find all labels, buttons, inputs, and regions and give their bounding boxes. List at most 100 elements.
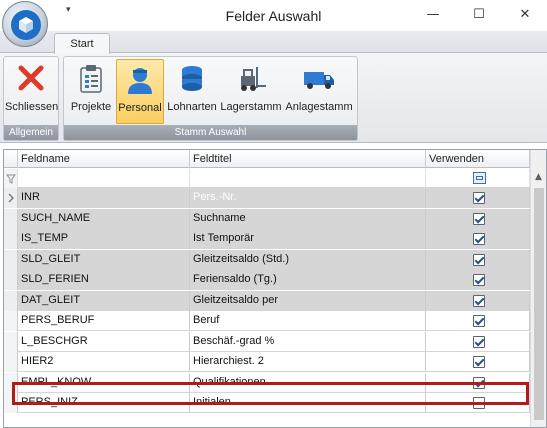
scroll-thumb[interactable] — [534, 188, 544, 420]
cell-verwenden — [426, 372, 530, 393]
verwenden-checkbox[interactable] — [473, 294, 485, 307]
verwenden-checkbox[interactable] — [473, 253, 485, 266]
cell-feldname[interactable]: SLD_FERIEN — [18, 270, 190, 290]
cell-verwenden — [426, 270, 530, 290]
cell-feldtitel[interactable]: Hierarchiest. 2 — [190, 352, 426, 372]
projekte-label: Projekte — [70, 101, 112, 113]
filter-cell-feldname[interactable] — [18, 169, 190, 188]
maximize-button[interactable]: ☐ — [464, 4, 494, 26]
database-icon — [177, 64, 207, 97]
cell-feldname[interactable]: EMPL_KNOW — [18, 372, 190, 393]
table-row[interactable]: IS_TEMP Ist Temporär — [4, 229, 530, 249]
filter-funnel-icon — [6, 174, 16, 184]
table-row[interactable]: INR Pers.-Nr. — [4, 188, 530, 208]
table-row[interactable]: HIER2 Hierarchiest. 2 — [4, 352, 530, 372]
verwenden-checkbox[interactable] — [473, 335, 485, 348]
row-indicator[interactable] — [4, 372, 18, 393]
table-row[interactable]: SUCH_NAME Suchname — [4, 208, 530, 229]
row-indicator[interactable] — [4, 352, 18, 372]
current-row-arrow-icon — [8, 193, 14, 203]
table-row[interactable]: EMPL_KNOW Qualifikationen — [4, 372, 530, 393]
minimize-button[interactable]: — — [418, 4, 448, 26]
verwenden-checkbox[interactable] — [473, 397, 485, 409]
lohnarten-button[interactable]: Lohnarten — [166, 59, 218, 124]
vertical-scrollbar[interactable]: ▲ — [530, 150, 546, 427]
cell-feldtitel[interactable]: Feriensaldo (Tg.) — [190, 270, 426, 290]
row-indicator[interactable] — [4, 208, 18, 229]
title-bar: ▾ Felder Auswahl — ☐ ✕ — [0, 0, 547, 47]
cell-feldtitel[interactable]: Beruf — [190, 311, 426, 331]
row-indicator[interactable] — [4, 188, 18, 208]
personal-button[interactable]: Personal — [116, 59, 164, 124]
column-header-feldtitel[interactable]: Feldtitel — [190, 150, 426, 168]
cell-feldname[interactable]: PERS_BERUF — [18, 311, 190, 331]
filter-checkbox-icon[interactable] — [473, 172, 486, 184]
table-row[interactable]: PERS_BERUF Beruf — [4, 311, 530, 331]
verwenden-checkbox[interactable] — [473, 212, 485, 225]
column-header-feldname[interactable]: Feldname — [18, 150, 190, 168]
filter-cell-verwenden[interactable] — [426, 169, 530, 188]
cell-verwenden — [426, 208, 530, 229]
personal-label: Personal — [118, 102, 162, 114]
projekte-button[interactable]: Projekte — [68, 59, 114, 124]
cell-feldtitel[interactable]: Gleitzeitsaldo (Std.) — [190, 249, 426, 270]
cell-verwenden — [426, 352, 530, 372]
lagerstamm-label: Lagerstamm — [220, 101, 282, 113]
cell-feldname[interactable]: SLD_GLEIT — [18, 249, 190, 270]
cell-feldtitel[interactable]: Beschäf.-grad % — [190, 331, 426, 352]
anlagestamm-label: Anlagestamm — [285, 101, 353, 113]
table-row[interactable]: DAT_GLEIT Gleitzeitsaldo per — [4, 290, 530, 311]
ribbon-group-stamm-auswahl: Projekte Personal Lohnarten Lagerstamm A… — [63, 56, 358, 141]
row-indicator[interactable] — [4, 311, 18, 331]
table-row[interactable]: PERS_INIZ Initialen — [4, 393, 530, 413]
lohnarten-label: Lohnarten — [167, 101, 217, 113]
cell-feldname[interactable]: HIER2 — [18, 352, 190, 372]
cell-feldtitel[interactable]: Qualifikationen — [190, 372, 426, 393]
row-indicator[interactable] — [4, 270, 18, 290]
cell-feldname[interactable]: PERS_INIZ — [18, 393, 190, 413]
row-indicator[interactable] — [4, 229, 18, 249]
verwenden-checkbox[interactable] — [473, 356, 485, 368]
cell-feldname[interactable]: SUCH_NAME — [18, 208, 190, 229]
lagerstamm-button[interactable]: Lagerstamm — [220, 59, 282, 124]
close-ribbon-button[interactable]: Schliessen — [5, 59, 58, 124]
cell-feldname[interactable]: INR — [18, 188, 190, 208]
cell-feldname[interactable]: IS_TEMP — [18, 229, 190, 249]
verwenden-checkbox[interactable] — [473, 274, 485, 286]
group-label-allgemein: Allgemein — [4, 125, 58, 140]
filter-row — [4, 169, 530, 188]
cell-feldtitel[interactable]: Gleitzeitsaldo per — [190, 290, 426, 311]
filter-indicator — [4, 169, 18, 188]
cell-verwenden — [426, 188, 530, 208]
scroll-up-icon[interactable]: ▲ — [535, 172, 542, 182]
cell-feldtitel[interactable]: Pers.-Nr. — [190, 188, 426, 208]
table-row[interactable]: L_BESCHGR Beschäf.-grad % — [4, 331, 530, 352]
close-window-button[interactable]: ✕ — [510, 4, 540, 26]
table-row[interactable]: SLD_FERIEN Feriensaldo (Tg.) — [4, 270, 530, 290]
row-indicator[interactable] — [4, 249, 18, 270]
verwenden-checkbox[interactable] — [473, 376, 485, 389]
cell-verwenden — [426, 290, 530, 311]
cell-feldname[interactable]: DAT_GLEIT — [18, 290, 190, 311]
filter-cell-feldtitel[interactable] — [190, 169, 426, 188]
cell-feldtitel[interactable]: Initialen — [190, 393, 426, 413]
verwenden-checkbox[interactable] — [473, 192, 485, 204]
row-indicator[interactable] — [4, 393, 18, 413]
tab-start[interactable]: Start — [54, 33, 110, 54]
cell-feldname[interactable]: L_BESCHGR — [18, 331, 190, 352]
person-icon — [125, 65, 155, 98]
cell-verwenden — [426, 229, 530, 249]
field-grid: Feldname Feldtitel Verwenden INR Pers.-Nr… — [3, 149, 547, 428]
anlagestamm-button[interactable]: Anlagestamm — [285, 59, 353, 124]
row-indicator[interactable] — [4, 290, 18, 311]
column-header-verwenden[interactable]: Verwenden — [426, 150, 530, 168]
table-row[interactable]: SLD_GLEIT Gleitzeitsaldo (Std.) — [4, 249, 530, 270]
cell-feldtitel[interactable]: Suchname — [190, 208, 426, 229]
verwenden-checkbox[interactable] — [473, 233, 485, 245]
verwenden-checkbox[interactable] — [473, 315, 485, 327]
clipboard-icon — [78, 64, 104, 97]
application-menu-button[interactable] — [2, 1, 48, 47]
row-indicator[interactable] — [4, 331, 18, 352]
cell-verwenden — [426, 249, 530, 270]
cell-feldtitel[interactable]: Ist Temporär — [190, 229, 426, 249]
